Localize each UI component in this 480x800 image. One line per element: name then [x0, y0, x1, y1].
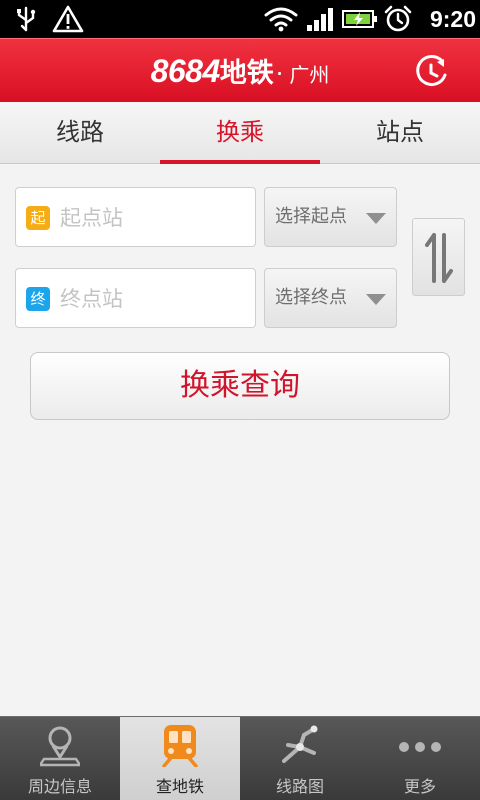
metro-train-icon: [162, 725, 198, 767]
tab-bar: 线路 换乘 站点: [0, 102, 480, 164]
select-start-label: 选择起点: [275, 206, 347, 227]
tab-lines[interactable]: 线路: [0, 102, 160, 164]
tab-label: 换乘: [216, 118, 264, 146]
end-station-field[interactable]: 终: [15, 268, 256, 328]
app-title: 8684地铁· 广州: [0, 39, 480, 103]
app-header: 8684地铁· 广州: [0, 38, 480, 102]
select-end-label: 选择终点: [275, 287, 347, 308]
status-bar: 9:20: [0, 0, 480, 38]
tab-stations[interactable]: 站点: [320, 102, 480, 164]
nav-route-map[interactable]: 线路图: [240, 717, 360, 800]
wifi-icon: [264, 7, 298, 32]
title-separator: ·: [275, 60, 284, 88]
status-time: 9:20: [429, 6, 476, 32]
select-start-button[interactable]: 选择起点: [264, 187, 397, 247]
alarm-icon: [384, 5, 412, 32]
nav-label: 周边信息: [27, 777, 92, 796]
nav-label: 线路图: [275, 777, 324, 796]
dropdown-arrow-icon: [366, 294, 386, 305]
nav-nearby[interactable]: 周边信息: [0, 717, 120, 800]
battery-charging-icon: [342, 10, 377, 28]
swap-stations-button[interactable]: [412, 218, 465, 296]
tab-label: 站点: [376, 118, 424, 146]
tab-label: 线路: [56, 118, 104, 146]
city-name: 广州: [289, 63, 330, 87]
transfer-query-button[interactable]: 换乘查询: [30, 352, 450, 420]
tab-transfer[interactable]: 换乘: [160, 102, 320, 164]
brand-suffix: 地铁: [219, 58, 274, 89]
nav-label: 更多: [403, 777, 436, 796]
warning-icon: [52, 5, 84, 33]
end-station-input[interactable]: [60, 279, 248, 319]
history-icon[interactable]: [412, 53, 450, 91]
active-tab-indicator: [160, 160, 320, 164]
bottom-nav: 周边信息 查地铁 线路图 更多: [0, 716, 480, 800]
nav-more[interactable]: 更多: [360, 717, 480, 800]
nav-metro[interactable]: 查地铁: [120, 717, 240, 800]
more-dots-icon: [399, 742, 441, 752]
signal-icon: [307, 8, 333, 31]
swap-arrows-icon: [425, 233, 453, 283]
dropdown-arrow-icon: [366, 213, 386, 224]
start-station-input[interactable]: [60, 198, 248, 238]
brand-number: 8684: [150, 53, 221, 89]
usb-icon: [17, 6, 36, 32]
start-station-field[interactable]: 起: [15, 187, 256, 247]
query-button-label: 换乘查询: [180, 368, 300, 403]
map-pin-icon: [40, 726, 80, 767]
end-badge: 终: [26, 287, 50, 311]
route-map-icon: [282, 725, 318, 763]
select-end-button[interactable]: 选择终点: [264, 268, 397, 328]
start-badge: 起: [26, 206, 50, 230]
nav-label: 查地铁: [155, 777, 204, 796]
